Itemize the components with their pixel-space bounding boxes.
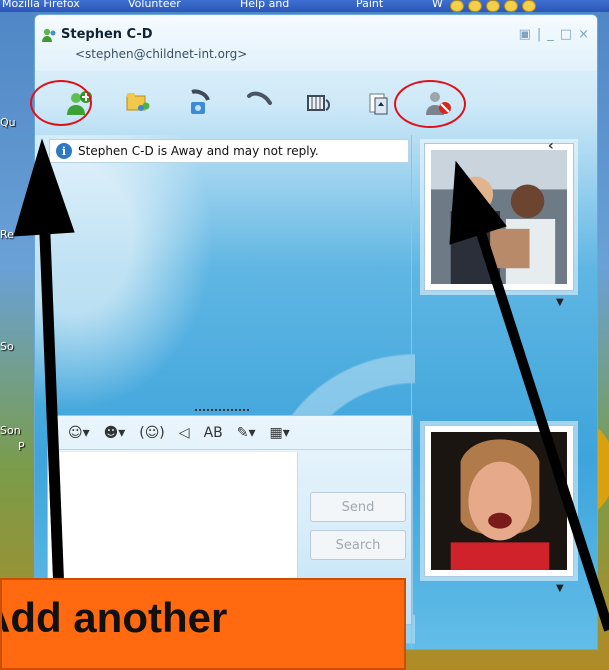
taskbar-item-volunteer[interactable]: Volunteer	[128, 0, 181, 10]
contact-status-icon	[42, 28, 56, 42]
maximize-icon[interactable]: □	[560, 27, 572, 42]
share-folders-icon	[126, 93, 150, 111]
close-icon[interactable]: ×	[578, 27, 589, 42]
contact-photo	[431, 150, 567, 285]
control-separator: |	[536, 27, 542, 42]
conversation-window: Stephen C-D <stephen@childnet-int.org> ▣…	[34, 14, 598, 650]
title-bar[interactable]: Stephen C-D <stephen@childnet-int.org> ▣…	[35, 15, 597, 71]
nudge-button[interactable]: (☺)	[139, 425, 165, 441]
desktop-icon-label[interactable]: So	[0, 340, 14, 353]
wink-button[interactable]: ☻▾	[104, 425, 126, 441]
own-photo	[431, 432, 567, 570]
menu-icon[interactable]: ▣	[519, 27, 531, 42]
status-notice-text: Stephen C-D is Away and may not reply.	[78, 144, 319, 158]
activities-icon	[307, 95, 330, 111]
status-notice: i Stephen C-D is Away and may not reply.	[49, 139, 409, 163]
highlight-circle	[30, 80, 92, 126]
games-icon	[369, 93, 388, 115]
taskbar-item-firefox[interactable]: Mozilla Firefox	[2, 0, 80, 10]
send-button[interactable]: Send	[310, 492, 406, 522]
activities-button[interactable]	[289, 81, 349, 125]
taskbar: Mozilla Firefox Volunteer Help and Paint…	[0, 0, 609, 12]
video-call-icon	[191, 89, 210, 114]
voice-clip-button[interactable]: ◁	[179, 425, 190, 441]
pane-splitter[interactable]	[195, 409, 249, 413]
callout-text: Add another	[0, 594, 228, 641]
collapse-pane-icon[interactable]: ‹	[548, 138, 554, 154]
minimize-icon[interactable]: _	[547, 27, 554, 42]
contact-name: Stephen C-D	[61, 27, 153, 42]
contact-email: <stephen@childnet-int.org>	[75, 47, 248, 61]
info-icon: i	[56, 143, 72, 159]
chevron-down-icon[interactable]: ▼	[556, 583, 564, 594]
own-display-picture[interactable]	[424, 425, 574, 577]
toolbar	[35, 77, 597, 129]
video-call-button[interactable]	[169, 81, 229, 125]
share-folders-button[interactable]	[109, 81, 169, 125]
phone-call-icon	[247, 91, 272, 105]
chevron-down-icon[interactable]: ▼	[556, 297, 564, 308]
conversation-history[interactable]: i Stephen C-D is Away and may not reply.	[47, 139, 413, 413]
display-pictures-pane: ▼ ▼	[411, 135, 591, 649]
background-button[interactable]: ▦▾	[270, 425, 290, 441]
desktop-icon-label[interactable]: Son	[0, 424, 21, 437]
taskbar-item-w[interactable]: W	[432, 0, 443, 10]
desktop-icon-label[interactable]: P	[18, 440, 25, 453]
taskbar-item-help[interactable]: Help and	[240, 0, 289, 10]
search-button[interactable]: Search	[310, 530, 406, 560]
font-button[interactable]: AB	[204, 425, 223, 441]
emoticon-button[interactable]: ☺▾	[68, 425, 90, 441]
format-toolbar: ☺▾ ☻▾ (☺) ◁ AB ✎▾ ▦▾	[48, 416, 412, 450]
phone-call-button[interactable]	[229, 81, 289, 125]
window-controls: ▣ | _ □ ×	[519, 27, 589, 42]
ink-button[interactable]: ✎▾	[237, 425, 256, 441]
contact-display-picture[interactable]	[424, 143, 574, 291]
tray-icons	[450, 0, 536, 12]
desktop-icon-label[interactable]: Re	[0, 228, 14, 241]
callout-banner: Add another	[0, 578, 406, 670]
highlight-circle	[394, 80, 466, 128]
desktop-icon-label[interactable]: Qu	[0, 116, 16, 129]
taskbar-item-paint[interactable]: Paint	[356, 0, 383, 10]
